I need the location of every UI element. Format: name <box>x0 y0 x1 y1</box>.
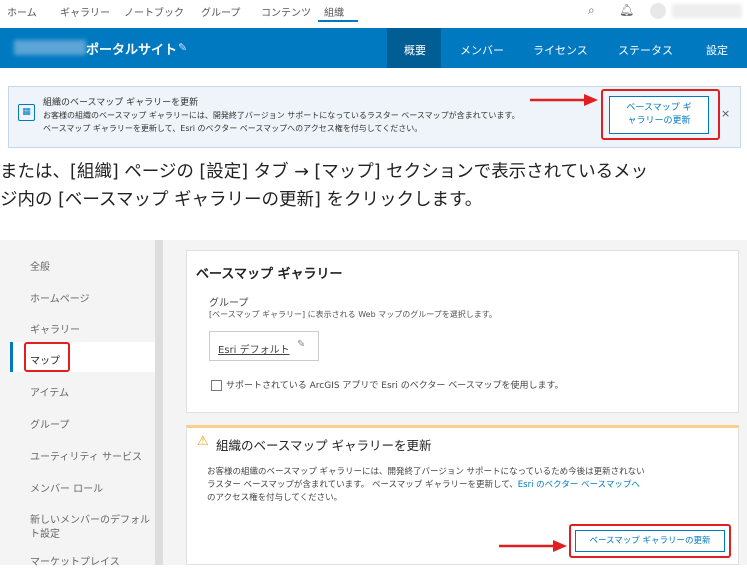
nav-active-underline <box>318 20 358 22</box>
edit-pencil-icon[interactable]: ✎ <box>297 339 305 350</box>
sidebar-active-indicator <box>10 342 13 372</box>
banner-body-line1: お客様の組織のベースマップ ギャラリーには、開発終了バージョン サポートになって… <box>43 111 520 120</box>
search-icon[interactable]: ⌕ <box>588 3 595 18</box>
group-description: [ベースマップ ギャラリー] に表示される Web マップのグループを選択します… <box>209 310 497 319</box>
tab-overview[interactable]: 概要 <box>404 42 426 58</box>
sidebar-item-groups[interactable]: グループ <box>30 416 69 431</box>
sidebar-item-general[interactable]: 全般 <box>30 258 50 273</box>
sidebar-item-new-member-defaults-line2[interactable]: ト設定 <box>30 525 60 540</box>
sidebar-item-gallery[interactable]: ギャラリー <box>30 321 80 336</box>
warning-body-line1: お客様の組織のベースマップ ギャラリーには、開発終了バージョン サポートになって… <box>207 467 645 477</box>
banner-body-line2: ベースマップ ギャラリーを更新して、Esri のベクター ベースマップへのアクセ… <box>43 124 423 133</box>
tab-settings[interactable]: 設定 <box>706 42 728 58</box>
highlight-box-update-button <box>569 524 731 558</box>
basemap-gallery-title: ベースマップ ギャラリー <box>196 267 343 282</box>
sidebar-item-member-roles[interactable]: メンバー ロール <box>30 480 103 495</box>
warning-body-line3: のアクセス権を付与してください。 <box>207 493 343 503</box>
bell-icon[interactable]: 🔔︎ <box>619 3 634 17</box>
avatar[interactable] <box>650 3 666 19</box>
vector-basemap-checkbox-label: サポートされている ArcGIS アプリで Esri のベクター ベースマップを… <box>226 381 564 391</box>
nav-notebook[interactable]: ノートブック <box>124 4 184 19</box>
group-label: グループ <box>209 298 249 309</box>
nav-gallery[interactable]: ギャラリー <box>60 4 110 19</box>
group-value-link[interactable]: Esri デフォルト <box>218 341 290 356</box>
sidebar-item-marketplace[interactable]: マーケットプレイス <box>30 553 120 568</box>
red-arrow-icon <box>530 94 598 106</box>
info-map-icon: ▦ <box>18 104 35 121</box>
sidebar-item-items[interactable]: アイテム <box>30 384 69 399</box>
tab-status[interactable]: ステータス <box>618 42 673 58</box>
warning-body-line2-text: ラスター ベースマップが含まれています。 ベースマップ ギャラリーを更新して、 <box>207 480 518 490</box>
edit-pencil-icon[interactable]: ✎ <box>178 41 187 54</box>
nav-organization[interactable]: 組織 <box>324 4 344 19</box>
highlight-box-map-item <box>24 342 70 372</box>
nav-home[interactable]: ホーム <box>7 4 37 19</box>
nav-content[interactable]: コンテンツ <box>261 4 311 19</box>
esri-vector-basemap-link[interactable]: Esri のベクター ベースマップへ <box>518 480 640 490</box>
tab-members[interactable]: メンバー <box>460 42 504 58</box>
instruction-text: または、[組織] ページの [設定] タブ → [マップ] セクションで表示され… <box>0 158 747 214</box>
nav-groups[interactable]: グループ <box>201 4 240 19</box>
warning-title: 組織のベースマップ ギャラリーを更新 <box>216 438 432 453</box>
close-icon[interactable]: × <box>721 107 730 120</box>
sidebar-item-home-page[interactable]: ホームページ <box>30 290 90 305</box>
user-name-blurred[interactable] <box>672 4 742 18</box>
top-navigation: ホーム ギャラリー ノートブック グループ コンテンツ 組織 ⌕ 🔔︎ <box>0 0 747 22</box>
warning-body-line2: ラスター ベースマップが含まれています。 ベースマップ ギャラリーを更新して、E… <box>207 479 732 492</box>
org-name-blurred <box>14 40 86 55</box>
warning-icon: ⚠ <box>197 434 209 449</box>
red-arrow-icon <box>499 540 567 552</box>
sidebar-item-new-member-defaults[interactable]: 新しいメンバーのデフォル <box>30 511 150 526</box>
instruction-line2: ジ内の [ベースマップ ギャラリーの更新] をクリックします。 <box>0 190 483 210</box>
banner-title: 組織のベースマップ ギャラリーを更新 <box>43 98 199 108</box>
tab-licenses[interactable]: ライセンス <box>533 42 588 58</box>
highlight-box-banner-button <box>601 89 720 140</box>
instruction-line1: または、[組織] ページの [設定] タブ → [マップ] セクションで表示され… <box>0 162 649 182</box>
sidebar-item-utility-services[interactable]: ユーティリティ サービス <box>30 448 142 463</box>
vector-basemap-checkbox[interactable] <box>211 380 222 391</box>
sidebar-scroll-divider <box>155 240 163 565</box>
warning-body: お客様の組織のベースマップ ギャラリーには、開発終了バージョン サポートになって… <box>207 466 732 505</box>
banner-body: お客様の組織のベースマップ ギャラリーには、開発終了バージョン サポートになって… <box>43 109 603 135</box>
portal-title: ポータルサイト <box>86 43 178 58</box>
